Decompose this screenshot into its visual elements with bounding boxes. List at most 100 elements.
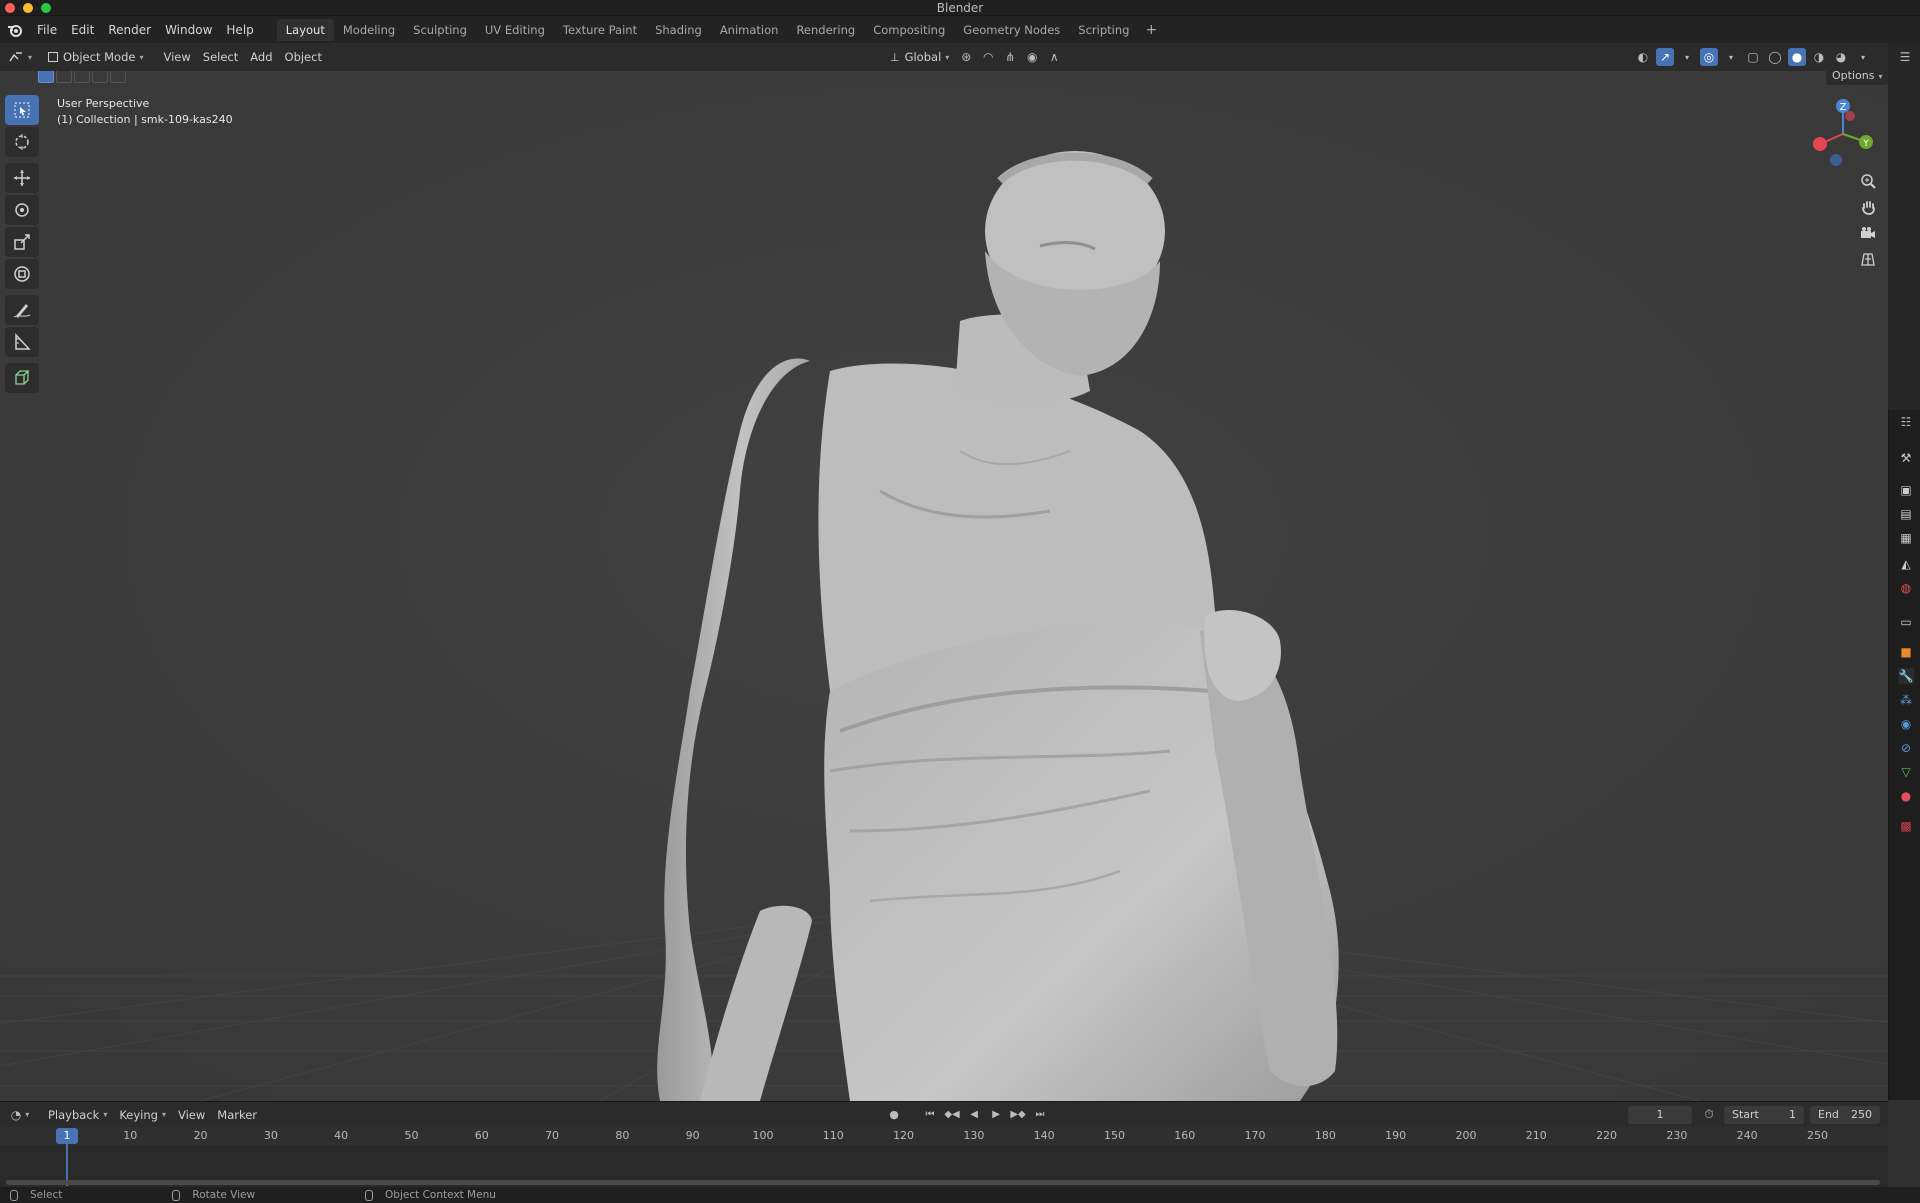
- snap-target-icon[interactable]: ⋔: [1001, 48, 1019, 66]
- view-layer-properties-icon[interactable]: ▦: [1898, 530, 1914, 546]
- snap-icon[interactable]: ◠: [979, 48, 997, 66]
- scale-icon[interactable]: [5, 227, 39, 257]
- timeline-area[interactable]: 1 10 20 30 40 50 60 70 80 90 100 110 120 130 140 150 16…: [0, 1127, 1888, 1187]
- move-icon[interactable]: [5, 163, 39, 193]
- falloff-icon[interactable]: ∧: [1045, 48, 1063, 66]
- tab-compositing[interactable]: Compositing: [864, 19, 954, 41]
- overlays-options-icon[interactable]: ▾: [1722, 48, 1740, 66]
- select-subtract-icon[interactable]: [74, 71, 90, 83]
- annotate-icon[interactable]: [5, 295, 39, 325]
- world-properties-icon[interactable]: ◍: [1898, 580, 1914, 596]
- pivot-point-icon[interactable]: ⊛: [957, 48, 975, 66]
- timeline-menu-keying[interactable]: Keying ▾: [113, 1105, 172, 1125]
- cursor-icon[interactable]: [5, 127, 39, 157]
- tool-properties-icon[interactable]: ⚒: [1898, 450, 1914, 466]
- visibility-icon[interactable]: ◐: [1634, 48, 1652, 66]
- select-box-icon[interactable]: [5, 95, 39, 125]
- wireframe-shading-icon[interactable]: ◯: [1766, 48, 1784, 66]
- zoom-icon[interactable]: [1858, 171, 1878, 191]
- material-properties-icon[interactable]: ●: [1898, 788, 1914, 804]
- tab-geometry-nodes[interactable]: Geometry Nodes: [954, 19, 1069, 41]
- tab-scripting[interactable]: Scripting: [1069, 19, 1138, 41]
- jump-to-keyframe-back-icon[interactable]: ◆◀: [943, 1106, 961, 1124]
- tab-rendering[interactable]: Rendering: [787, 19, 864, 41]
- viewport-menu-view[interactable]: View: [157, 47, 196, 67]
- particles-properties-icon[interactable]: ⁂: [1898, 692, 1914, 708]
- constraints-properties-icon[interactable]: ⊘: [1898, 740, 1914, 756]
- gizmo-options-icon[interactable]: ▾: [1678, 48, 1696, 66]
- data-properties-icon[interactable]: ▽: [1898, 764, 1914, 780]
- ortho-toggle-icon[interactable]: [1858, 249, 1878, 269]
- proportional-edit-icon[interactable]: ◉: [1023, 48, 1041, 66]
- record-keyframe-icon[interactable]: ●: [885, 1106, 903, 1124]
- viewport-menu-add[interactable]: Add: [244, 47, 278, 67]
- viewport-menu-select[interactable]: Select: [197, 47, 244, 67]
- select-extend-icon[interactable]: [56, 71, 72, 83]
- object-mode-label: Object Mode: [63, 50, 136, 64]
- start-frame-field[interactable]: Start 1: [1724, 1105, 1804, 1124]
- timeline-menu-marker[interactable]: Marker: [211, 1105, 263, 1125]
- tab-layout[interactable]: Layout: [276, 18, 334, 41]
- tab-modeling[interactable]: Modeling: [334, 19, 404, 41]
- editor-type-icon[interactable]: ▾: [8, 48, 32, 66]
- current-frame-marker[interactable]: 1: [56, 1128, 78, 1144]
- xray-toggle-icon[interactable]: ▢: [1744, 48, 1762, 66]
- timeline-editor-type-icon[interactable]: ◔ ▾: [8, 1106, 32, 1124]
- tab-uv-editing[interactable]: UV Editing: [476, 19, 554, 41]
- timeline-menu-view[interactable]: View: [172, 1105, 211, 1125]
- add-cube-icon[interactable]: [5, 363, 39, 393]
- texture-properties-icon[interactable]: ▩: [1898, 818, 1914, 834]
- select-invert-icon[interactable]: [92, 71, 108, 83]
- 3d-viewport[interactable]: Options ▾ User Perspective (1) Collectio…: [0, 71, 1888, 1101]
- rotate-icon[interactable]: [5, 195, 39, 225]
- menu-window[interactable]: Window: [158, 19, 219, 41]
- select-new-icon[interactable]: [38, 71, 54, 83]
- jump-to-start-icon[interactable]: ⏮: [921, 1106, 939, 1124]
- tab-shading[interactable]: Shading: [646, 19, 711, 41]
- outliner-icon[interactable]: ☰: [1897, 49, 1913, 65]
- camera-view-icon[interactable]: [1858, 223, 1878, 243]
- menu-help[interactable]: Help: [219, 19, 260, 41]
- play-icon[interactable]: ▶: [987, 1106, 1005, 1124]
- overlays-toggle-icon[interactable]: ◎: [1700, 48, 1718, 66]
- modifier-properties-icon[interactable]: 🔧: [1898, 668, 1914, 684]
- rendered-shading-icon[interactable]: ◕: [1832, 48, 1850, 66]
- measure-icon[interactable]: [5, 327, 39, 357]
- tab-animation[interactable]: Animation: [711, 19, 788, 41]
- navigation-gizmo[interactable]: Z Y: [1808, 96, 1878, 166]
- menu-edit[interactable]: Edit: [64, 19, 101, 41]
- material-shading-icon[interactable]: ◑: [1810, 48, 1828, 66]
- pan-hand-icon[interactable]: [1858, 197, 1878, 217]
- object-mode-dropdown[interactable]: Object Mode ▾: [42, 47, 149, 67]
- transform-icon[interactable]: [5, 259, 39, 289]
- properties-editor-icon[interactable]: ☷: [1898, 414, 1914, 430]
- options-dropdown[interactable]: Options ▾: [1826, 71, 1888, 85]
- timeline-menu-playback[interactable]: Playback ▾: [42, 1105, 113, 1125]
- shading-options-icon[interactable]: ▾: [1854, 48, 1872, 66]
- stopwatch-icon[interactable]: ⏱: [1700, 1106, 1718, 1124]
- jump-to-end-icon[interactable]: ⏭: [1031, 1106, 1049, 1124]
- blender-logo-icon[interactable]: [6, 21, 24, 39]
- play-reverse-icon[interactable]: ◀: [965, 1106, 983, 1124]
- select-intersect-icon[interactable]: [110, 71, 126, 83]
- tab-texture-paint[interactable]: Texture Paint: [554, 19, 646, 41]
- add-workspace-button[interactable]: +: [1138, 19, 1164, 41]
- menu-file[interactable]: File: [30, 19, 64, 41]
- frame-ruler[interactable]: 1 10 20 30 40 50 60 70 80 90 100 110 120 130 140 150 16…: [0, 1127, 1888, 1145]
- timeline-scrollbar[interactable]: [6, 1180, 1880, 1185]
- gizmo-toggle-icon[interactable]: ↗: [1656, 48, 1674, 66]
- output-properties-icon[interactable]: ▤: [1898, 506, 1914, 522]
- viewport-menu-object[interactable]: Object: [279, 47, 328, 67]
- end-frame-field[interactable]: End 250: [1810, 1105, 1880, 1124]
- jump-to-keyframe-forward-icon[interactable]: ▶◆: [1009, 1106, 1027, 1124]
- tab-sculpting[interactable]: Sculpting: [404, 19, 476, 41]
- scene-properties-icon[interactable]: ◭: [1898, 556, 1914, 572]
- collection-properties-icon[interactable]: ▭: [1898, 614, 1914, 630]
- transform-orientation-dropdown[interactable]: ⊥ Global ▾: [884, 47, 955, 67]
- solid-shading-icon[interactable]: ●: [1788, 48, 1806, 66]
- render-properties-icon[interactable]: ▣: [1898, 482, 1914, 498]
- menu-render[interactable]: Render: [101, 19, 158, 41]
- object-properties-icon[interactable]: ■: [1898, 644, 1914, 660]
- current-frame-field[interactable]: 1: [1628, 1105, 1692, 1124]
- physics-properties-icon[interactable]: ◉: [1898, 716, 1914, 732]
